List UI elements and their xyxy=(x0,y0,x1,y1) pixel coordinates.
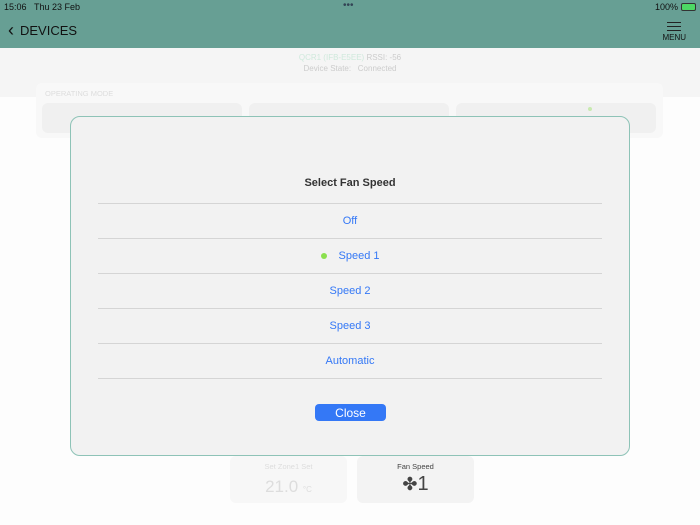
option-off[interactable]: Off xyxy=(98,204,602,239)
card-value: 21.0 xyxy=(265,477,299,496)
battery-percent: 100% xyxy=(654,2,678,12)
status-time: 15:06 xyxy=(4,2,27,12)
fan-icon: ✤ xyxy=(402,474,418,494)
battery-icon xyxy=(681,3,696,11)
menu-label: MENU xyxy=(662,33,686,42)
close-button[interactable]: Close xyxy=(315,404,386,421)
option-label: Automatic xyxy=(325,355,375,367)
option-list: Off Speed 1 Speed 2 Speed 3 Automatic xyxy=(98,203,602,379)
menu-button[interactable]: MENU xyxy=(662,22,686,42)
selected-dot-icon xyxy=(320,253,327,259)
multitask-dots-icon[interactable]: ••• xyxy=(343,0,354,11)
option-label: Speed 2 xyxy=(329,285,371,297)
hamburger-icon xyxy=(667,22,682,31)
card-value: 1 xyxy=(417,473,429,495)
active-dot-icon xyxy=(588,107,592,111)
option-automatic[interactable]: Automatic xyxy=(98,344,602,379)
rssi: RSSI: -56 xyxy=(366,53,402,62)
option-speed-2[interactable]: Speed 2 xyxy=(98,274,602,309)
option-speed-1[interactable]: Speed 1 xyxy=(98,239,602,274)
option-label: Off xyxy=(342,215,358,227)
chevron-left-icon: ‹ xyxy=(8,20,14,40)
dialog-title: Select Fan Speed xyxy=(304,177,396,189)
option-label: Speed 3 xyxy=(329,320,371,332)
operating-mode-label: OPERATING MODE xyxy=(45,89,114,98)
card-title: Set Zone1 Set xyxy=(264,462,313,471)
option-label: Speed 1 xyxy=(338,250,380,262)
status-date: Thu 23 Feb xyxy=(34,2,81,12)
option-speed-3[interactable]: Speed 3 xyxy=(98,309,602,344)
card-unit: °C xyxy=(302,485,312,494)
fan-speed-dialog: Select Fan Speed Off Speed 1 Speed 2 Spe… xyxy=(70,116,630,456)
card-title: Fan Speed xyxy=(397,462,434,471)
set-zone-card[interactable]: Set Zone1 Set 21.0 °C xyxy=(230,456,347,503)
device-state: Connected xyxy=(357,64,397,73)
device-name: QCR1 (IFB-E5EE) xyxy=(298,53,365,62)
back-label: DEVICES xyxy=(20,23,78,38)
state-label: Device State: xyxy=(303,64,352,73)
top-bar: 15:06 Thu 23 Feb ••• 100% ‹ DEVICES MENU xyxy=(0,0,700,48)
back-button[interactable]: ‹ DEVICES xyxy=(8,20,78,40)
card-value-row: 21.0 °C xyxy=(230,477,347,497)
fan-speed-card[interactable]: Fan Speed ✤1 xyxy=(357,456,474,503)
card-value-row: ✤1 xyxy=(357,473,474,496)
